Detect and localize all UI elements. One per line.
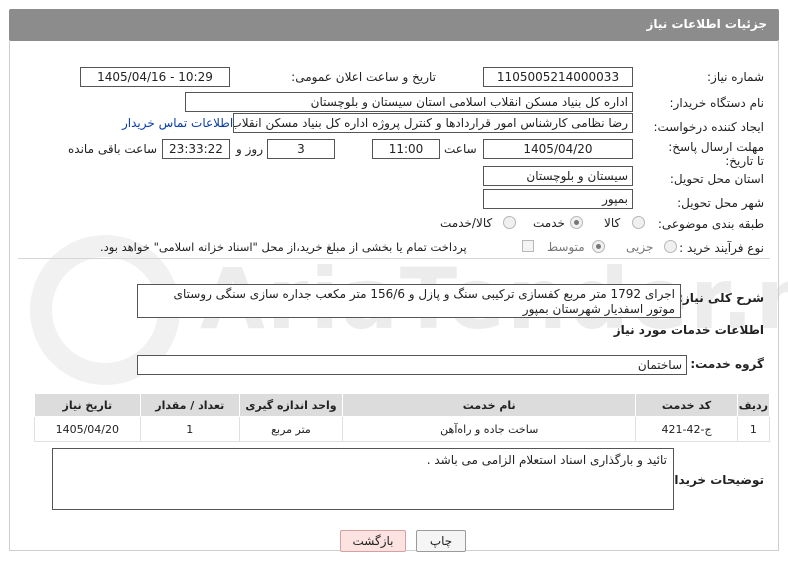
cell-service-code: ج-42-421 <box>635 416 738 442</box>
need-number-field: 1105005214000033 <box>483 67 633 87</box>
col-quantity: تعداد / مقدار <box>139 393 240 417</box>
buyer-notes-textarea[interactable]: تائید و بارگذاری اسناد استعلام الزامی می… <box>52 448 674 510</box>
buyer-contact-link[interactable]: اطلاعات تماس خریدار <box>122 116 233 130</box>
process-medium-radio[interactable] <box>592 240 605 253</box>
days-label: روز و <box>236 142 263 156</box>
buyer-field: اداره کل بنیاد مسکن انقلاب اسلامی استان … <box>185 92 633 112</box>
category-label: طبقه بندی موضوعی: <box>657 217 764 231</box>
process-minor-radio[interactable] <box>664 240 677 253</box>
category-goods-label: کالا <box>604 216 621 230</box>
services-table: ردیف کد خدمت نام خدمت واحد اندازه گیری ت… <box>34 393 771 442</box>
buyer-notes-label: توضیحات خریدار: <box>662 473 764 487</box>
deadline-time-field: 11:00 <box>372 139 440 159</box>
service-group-label: گروه خدمت: <box>690 357 764 371</box>
category-service-label: خدمت <box>533 216 565 230</box>
deadline-time-label: ساعت <box>444 142 477 156</box>
summary-label: شرح کلی نیاز: <box>678 291 764 305</box>
process-medium-label: متوسط <box>547 240 585 254</box>
summary-textarea[interactable]: اجرای 1792 متر مربع کفسازی ترکیبی سنگ و … <box>137 284 681 318</box>
process-label: نوع فرآیند خرید : <box>679 241 764 255</box>
province-field: سیستان و بلوچستان <box>483 166 633 186</box>
process-minor-label: جزیی <box>626 240 654 254</box>
category-goods-radio[interactable] <box>632 216 645 229</box>
service-group-field: ساختمان <box>137 355 687 375</box>
cell-need-date: 1405/04/20 <box>34 416 141 442</box>
col-service-code: کد خدمت <box>635 393 738 417</box>
cell-service-name: ساخت جاده و راه‌آهن <box>342 416 637 442</box>
table-header-row: ردیف کد خدمت نام خدمت واحد اندازه گیری ت… <box>34 393 771 417</box>
col-service-name: نام خدمت <box>342 393 637 417</box>
page-header: جزئیات اطلاعات نیاز <box>9 9 779 41</box>
deadline-date-field: 1405/04/20 <box>483 139 633 159</box>
cell-quantity: 1 <box>139 416 240 442</box>
buyer-label: نام دستگاه خریدار: <box>669 96 765 110</box>
province-label: استان محل تحویل: <box>669 172 764 186</box>
city-field: بمپور <box>483 189 633 209</box>
table-row: 1 ج-42-421 ساخت جاده و راه‌آهن متر مربع … <box>34 416 771 442</box>
col-row: ردیف <box>736 393 771 417</box>
services-section-title: اطلاعات خدمات مورد نیاز <box>613 323 764 337</box>
days-remaining-field: 3 <box>267 139 335 159</box>
city-label: شهر محل تحویل: <box>677 196 764 210</box>
treasury-payment-label: پرداخت تمام یا بخشی از مبلغ خرید،از محل … <box>100 240 467 254</box>
category-goods-service-label: کالا/خدمت <box>440 216 493 230</box>
back-button[interactable]: بازگشت <box>340 530 406 552</box>
col-unit: واحد اندازه گیری <box>238 393 344 417</box>
remaining-label: ساعت باقی مانده <box>68 142 158 156</box>
deadline-label: مهلت ارسال پاسخ: تا تاریخ: <box>668 140 764 168</box>
remaining-time-field: 23:33:22 <box>162 139 230 159</box>
page-title: جزئیات اطلاعات نیاز <box>646 17 767 31</box>
treasury-payment-checkbox[interactable] <box>522 240 534 252</box>
category-goods-service-radio[interactable] <box>503 216 516 229</box>
need-number-label: شماره نیاز: <box>707 70 764 84</box>
print-button[interactable]: چاپ <box>416 530 466 552</box>
cell-unit: متر مربع <box>238 416 344 442</box>
creator-field: رضا نظامی کارشناس امور قراردادها و کنترل… <box>233 113 633 133</box>
cell-row: 1 <box>736 416 771 442</box>
category-service-radio[interactable] <box>570 216 583 229</box>
col-need-date: تاریخ نیاز <box>34 393 141 417</box>
creator-label: ایجاد کننده درخواست: <box>653 120 764 134</box>
announce-label: تاریخ و ساعت اعلان عمومی: <box>291 70 436 84</box>
announce-field: 1405/04/16 - 10:29 <box>80 67 230 87</box>
divider <box>18 258 770 259</box>
